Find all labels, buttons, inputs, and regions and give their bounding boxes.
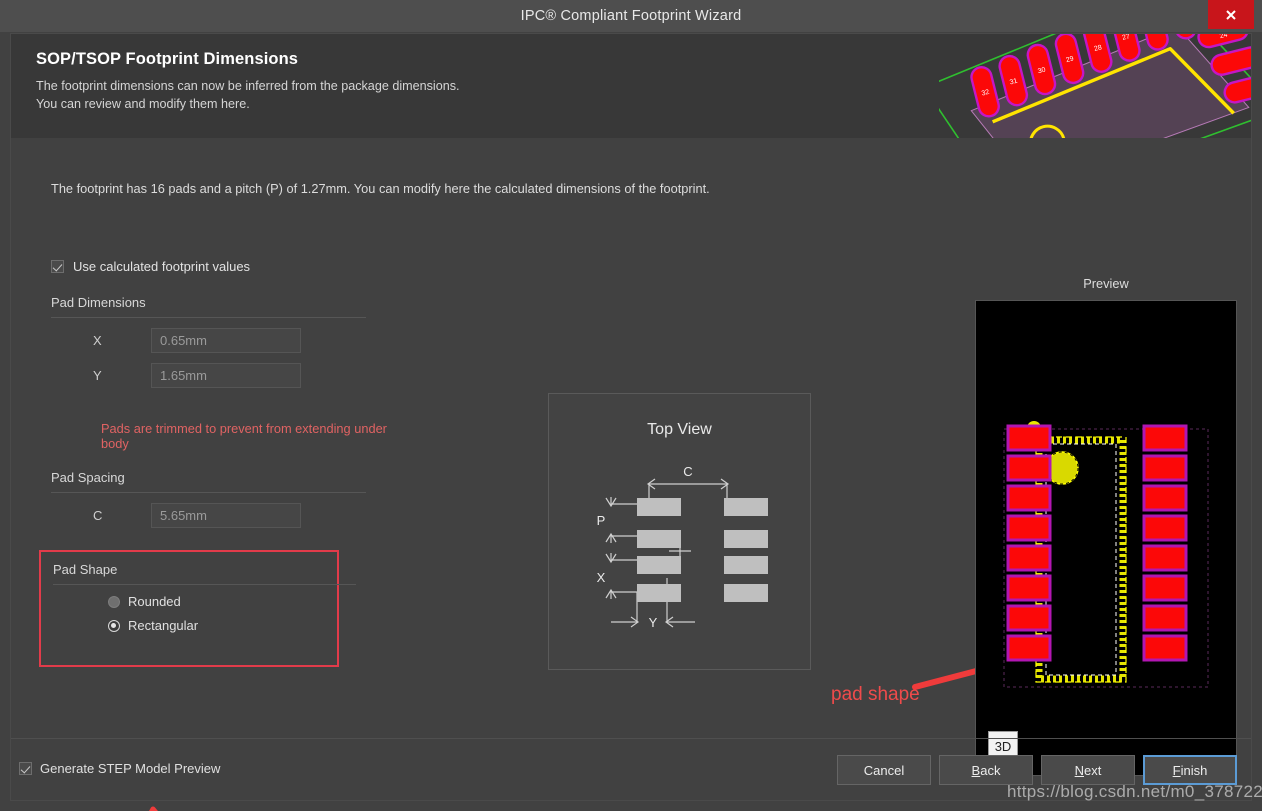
title-bar: IPC® Compliant Footprint Wizard [0, 0, 1262, 32]
pad-spacing-c-input[interactable] [151, 503, 301, 528]
pad-shape-group-header: Pad Shape [53, 562, 356, 585]
header-footprint-artwork: 32 31 30 29 28 27 26 25 24 1 [939, 34, 1251, 138]
wizard-header: SOP/TSOP Footprint Dimensions The footpr… [11, 34, 1251, 138]
preview-canvas[interactable]: 3D [975, 300, 1237, 776]
wizard-content: The footprint has 16 pads and a pitch (P… [11, 138, 1251, 811]
use-calculated-values-label: Use calculated footprint values [73, 258, 251, 274]
generate-step-model-label: Generate STEP Model Preview [40, 761, 221, 776]
pad-dimension-y-row: Y [51, 363, 411, 388]
header-subtitle-line1: The footprint dimensions can now be infe… [36, 79, 460, 93]
pad-shape-option-rectangular[interactable]: Rectangular [53, 618, 337, 633]
checkbox-icon[interactable] [19, 762, 32, 775]
pad-dimension-y-input[interactable] [151, 363, 301, 388]
pad-dimension-x-label: X [93, 333, 102, 348]
diagram-label-y: Y [649, 615, 658, 630]
pad-dimension-x-row: X [51, 328, 411, 353]
pad-spacing-group-header: Pad Spacing [51, 470, 366, 493]
pad-dimension-y-label: Y [93, 368, 102, 383]
pad-dimension-x-input[interactable] [151, 328, 301, 353]
radio-selected-icon[interactable] [108, 619, 120, 632]
close-icon [1226, 9, 1236, 20]
instruction-text: The footprint has 16 pads and a pitch (P… [51, 181, 710, 196]
preview-label: Preview [1083, 276, 1129, 291]
footprint-form: Use calculated footprint values Pad Dime… [39, 256, 411, 667]
pad-shape-rounded-label: Rounded [128, 594, 181, 609]
pad-dimensions-group-header: Pad Dimensions [51, 295, 366, 318]
pad-shape-section: Pad Shape Rounded Rectangular [39, 550, 356, 667]
page-title: SOP/TSOP Footprint Dimensions [36, 50, 299, 68]
pad-shape-rectangular-label: Rectangular [128, 618, 199, 633]
preview-panel: Preview 3D [966, 276, 1246, 776]
header-text-block: SOP/TSOP Footprint Dimensions The footpr… [36, 50, 460, 113]
cancel-button[interactable]: Cancel [837, 755, 931, 785]
close-button[interactable] [1208, 0, 1254, 29]
dialog-footer: Generate STEP Model Preview Cancel Back … [11, 738, 1251, 800]
generate-step-model-checkbox-row[interactable]: Generate STEP Model Preview [19, 761, 220, 776]
header-subtitle-line2: You can review and modify them here. [36, 96, 250, 111]
pad-spacing-c-row: C [51, 503, 411, 528]
radio-icon[interactable] [108, 595, 120, 608]
top-view-diagram: Top View C P X Y [548, 393, 811, 670]
next-button[interactable]: Next [1041, 755, 1135, 785]
window-title: IPC® Compliant Footprint Wizard [520, 8, 742, 24]
finish-button[interactable]: Finish [1143, 755, 1237, 785]
pad-spacing-c-label: C [93, 508, 103, 523]
wizard-button-bar: Cancel Back Next Finish [837, 755, 1237, 785]
use-calculated-values-checkbox-row[interactable]: Use calculated footprint values [51, 256, 411, 276]
annotation-label: pad shape [831, 684, 920, 705]
pad-shape-option-rounded[interactable]: Rounded [53, 594, 337, 609]
back-button[interactable]: Back [939, 755, 1033, 785]
annotation-arrow-down [149, 806, 158, 811]
diagram-label-c: C [683, 464, 692, 479]
checkbox-icon[interactable] [51, 259, 64, 273]
application-window: IPC® Compliant Footprint Wizard SOP/TSOP… [0, 0, 1262, 811]
diagram-label-p: P [597, 513, 606, 528]
diagram-label-x: X [597, 570, 606, 585]
wizard-dialog: SOP/TSOP Footprint Dimensions The footpr… [10, 33, 1252, 811]
pads-trimmed-warning: Pads are trimmed to prevent from extendi… [101, 421, 387, 451]
